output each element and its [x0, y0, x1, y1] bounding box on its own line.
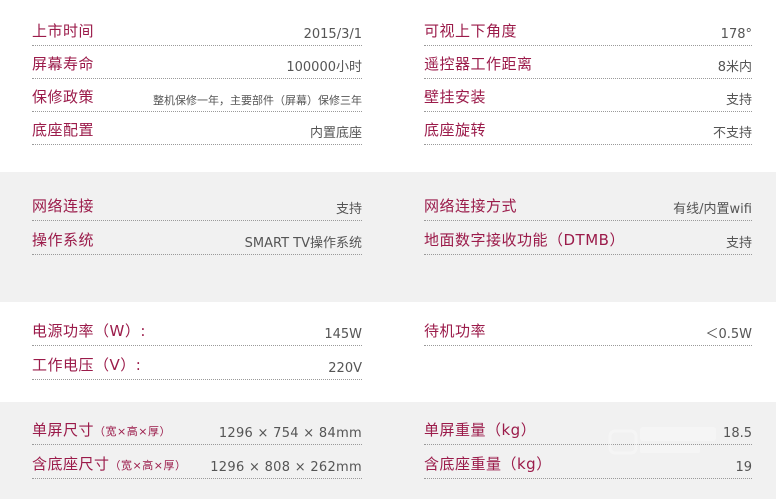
spec-row: 单屏尺寸（宽×高×厚） 1296 × 754 × 84mm — [32, 421, 362, 445]
spec-label: 屏幕寿命 — [32, 55, 95, 73]
spec-value: 8米内 — [717, 60, 752, 75]
spec-label: 网络连接方式 — [424, 197, 518, 215]
spec-row: 壁挂安装 支持 — [424, 88, 752, 112]
spec-value: 100000小时 — [286, 60, 362, 75]
spec-row: 网络连接 支持 — [32, 197, 362, 221]
watermark-logo-icon — [608, 427, 716, 455]
spec-label: 上市时间 — [32, 22, 95, 40]
spec-row: 电源功率（W）: 145W — [32, 322, 362, 346]
spec-label: 单屏尺寸（宽×高×厚） — [32, 419, 171, 440]
spec-row: 上市时间 2015/3/1 — [32, 22, 362, 46]
spec-label: 单屏重量（kg） — [424, 421, 537, 439]
spec-label: 电源功率（W）: — [32, 322, 146, 340]
spec-row: 网络连接方式 有线/内置wifi — [424, 197, 752, 221]
spec-value: 不支持 — [712, 126, 752, 141]
spec-label-text: 单屏尺寸 — [32, 421, 95, 439]
spec-value: 支持 — [335, 202, 362, 217]
spec-row: 底座配置 内置底座 — [32, 121, 362, 145]
spec-row: 待机功率 ＜0.5W — [424, 322, 752, 346]
spec-value: 145W — [324, 327, 362, 342]
spec-row: 遥控器工作距离 8米内 — [424, 55, 752, 79]
spec-label: 地面数字接收功能（DTMB） — [424, 231, 625, 249]
spec-value: 支持 — [725, 236, 752, 251]
spec-label: 可视上下角度 — [424, 22, 518, 40]
spec-label-text: 含底座尺寸 — [32, 455, 110, 473]
spec-label: 遥控器工作距离 — [424, 55, 533, 73]
spec-value: 1296 × 754 × 84mm — [218, 426, 362, 441]
spec-section-power: 电源功率（W）: 145W 工作电压（V）: 220V 待机功率 ＜0.5W — [0, 302, 776, 402]
spec-value: 内置底座 — [309, 126, 362, 141]
spec-label: 底座旋转 — [424, 121, 487, 139]
spec-value: 1296 × 808 × 262mm — [210, 460, 362, 475]
spec-label: 工作电压（V）: — [32, 356, 142, 374]
spec-label: 底座配置 — [32, 121, 95, 139]
spec-label: 操作系统 — [32, 231, 95, 249]
spec-label: 含底座重量（kg） — [424, 455, 552, 473]
spec-row: 屏幕寿命 100000小时 — [32, 55, 362, 79]
spec-label-note: （宽×高×厚） — [109, 459, 187, 472]
spec-value: SMART TV操作系统 — [244, 236, 362, 251]
spec-row: 底座旋转 不支持 — [424, 121, 752, 145]
spec-label: 含底座尺寸（宽×高×厚） — [32, 453, 186, 474]
spec-section-basic: 上市时间 2015/3/1 屏幕寿命 100000小时 保修政策 整机保修一年，… — [0, 0, 776, 172]
spec-value: 支持 — [725, 93, 752, 108]
spec-value: 2015/3/1 — [303, 27, 362, 42]
spec-label: 网络连接 — [32, 197, 95, 215]
spec-row: 地面数字接收功能（DTMB） 支持 — [424, 231, 752, 255]
spec-section-size: 单屏尺寸（宽×高×厚） 1296 × 754 × 84mm 含底座尺寸（宽×高×… — [0, 402, 776, 499]
spec-label: 保修政策 — [32, 88, 95, 106]
spec-row: 含底座尺寸（宽×高×厚） 1296 × 808 × 262mm — [32, 455, 362, 479]
spec-value: 有线/内置wifi — [673, 202, 752, 217]
spec-row: 工作电压（V）: 220V — [32, 356, 362, 380]
spec-value: ＜0.5W — [705, 327, 752, 342]
spec-section-network: 网络连接 支持 操作系统 SMART TV操作系统 网络连接方式 有线/内置wi… — [0, 172, 776, 302]
spec-value: 整机保修一年，主要部件（屏幕）保修三年 — [153, 94, 362, 107]
spec-value: 220V — [328, 361, 362, 376]
spec-label-note: （宽×高×厚） — [94, 425, 171, 438]
spec-value: 18.5 — [723, 426, 752, 441]
spec-label: 壁挂安装 — [424, 88, 487, 106]
spec-row: 保修政策 整机保修一年，主要部件（屏幕）保修三年 — [32, 88, 362, 112]
spec-label: 待机功率 — [424, 322, 487, 340]
spec-row: 可视上下角度 178° — [424, 22, 752, 46]
spec-row: 操作系统 SMART TV操作系统 — [32, 231, 362, 255]
spec-value: 178° — [720, 27, 752, 42]
spec-value: 19 — [735, 460, 752, 475]
